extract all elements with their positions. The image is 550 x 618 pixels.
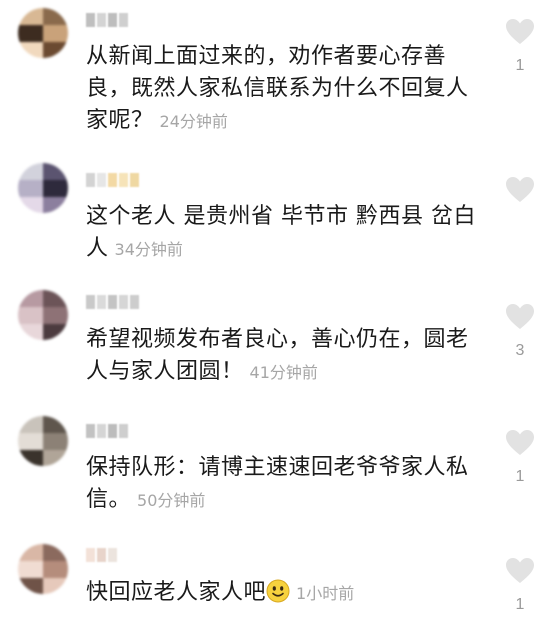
avatar-mosaic-block — [43, 25, 68, 42]
comment-body: 希望视频发布者良心，善心仍在，圆老人与家人团圆！ 41分钟前 — [86, 324, 486, 389]
avatar-mosaic-block — [18, 290, 43, 307]
comment-time: 1小时前 — [296, 584, 355, 603]
avatar-mosaic-block — [18, 197, 43, 213]
avatar-mosaic-block — [43, 578, 68, 594]
username-mosaic-block — [108, 295, 117, 309]
avatar-mosaic-block — [18, 561, 43, 578]
username[interactable] — [86, 11, 128, 29]
avatar-mosaic-block — [43, 8, 68, 25]
avatar[interactable] — [18, 163, 68, 213]
avatar-mosaic-block — [43, 450, 68, 466]
like-button[interactable]: 1 — [503, 18, 537, 75]
like-button[interactable]: 1 — [503, 557, 537, 614]
username[interactable] — [86, 171, 139, 189]
avatar-mosaic-block — [43, 307, 68, 324]
heart-outline-icon — [506, 430, 534, 455]
username[interactable] — [86, 546, 117, 564]
avatar[interactable] — [18, 416, 68, 466]
avatar-mosaic-block — [43, 163, 68, 180]
heart-outline-icon — [506, 19, 534, 44]
avatar[interactable] — [18, 8, 68, 58]
comment-time: 24分钟前 — [159, 112, 228, 131]
avatar-mosaic-block — [18, 416, 43, 433]
like-button[interactable]: 1 — [503, 429, 537, 486]
comment-text: 从新闻上面过来的，劝作者要心存善良，既然人家私信联系为什么不回复人家呢？ — [86, 44, 469, 133]
like-button[interactable]: 3 — [503, 303, 537, 360]
avatar-mosaic-block — [43, 324, 68, 340]
comment-body: 保持队形：请博主速速回老爷爷家人私信。 50分钟前 — [86, 452, 486, 517]
heart-outline-icon — [506, 304, 534, 329]
comment-text: 快回应老人家人吧 — [86, 580, 267, 605]
avatar-mosaic-block — [43, 544, 68, 561]
username-mosaic-block — [130, 295, 139, 309]
comment-body: 快回应老人家人吧 1小时前 — [86, 577, 486, 610]
username-mosaic-block — [86, 173, 95, 187]
avatar-mosaic-block — [43, 416, 68, 433]
avatar-mosaic-block — [18, 163, 43, 180]
username-mosaic-block — [97, 295, 106, 309]
avatar-mosaic-block — [18, 578, 43, 594]
like-count: 1 — [515, 468, 525, 485]
heart-outline-icon — [506, 177, 534, 202]
username-mosaic-block — [130, 173, 139, 187]
avatar-mosaic-block — [18, 450, 43, 466]
username-mosaic-block — [97, 13, 106, 27]
like-count: 3 — [515, 342, 525, 359]
avatar-mosaic-block — [18, 42, 43, 58]
avatar-mosaic-block — [18, 307, 43, 324]
username-mosaic-block — [86, 424, 95, 438]
avatar-mosaic-block — [43, 180, 68, 197]
username-mosaic-block — [108, 13, 117, 27]
like-count — [503, 215, 537, 233]
avatar[interactable] — [18, 290, 68, 340]
like-button[interactable] — [503, 176, 537, 233]
username-mosaic-block — [97, 548, 106, 562]
username-mosaic-block — [97, 173, 106, 187]
username-mosaic-block — [119, 173, 128, 187]
avatar-mosaic-block — [18, 8, 43, 25]
comment-time: 34分钟前 — [114, 240, 183, 259]
like-count: 1 — [515, 596, 525, 613]
comment-body: 从新闻上面过来的，劝作者要心存善良，既然人家私信联系为什么不回复人家呢？ 24分钟… — [86, 41, 486, 138]
username-mosaic-block — [108, 548, 117, 562]
comment-time: 41分钟前 — [249, 363, 318, 382]
avatar[interactable] — [18, 544, 68, 594]
username-mosaic-block — [119, 424, 128, 438]
heart-outline-icon — [506, 558, 534, 583]
username-mosaic-block — [119, 295, 128, 309]
avatar-mosaic-block — [43, 290, 68, 307]
avatar-mosaic-block — [43, 561, 68, 578]
username-mosaic-block — [97, 424, 106, 438]
username[interactable] — [86, 422, 128, 440]
comment-time: 50分钟前 — [137, 491, 206, 510]
avatar-mosaic-block — [43, 197, 68, 213]
username[interactable] — [86, 293, 139, 311]
username-mosaic-block — [86, 13, 95, 27]
smiley-emoji-icon — [266, 579, 290, 603]
comment-body: 这个老人 是贵州省 毕节市 黔西县 岔白人 34分钟前 — [86, 201, 486, 266]
avatar-mosaic-block — [43, 433, 68, 450]
username-mosaic-block — [108, 173, 117, 187]
username-mosaic-block — [108, 424, 117, 438]
avatar-mosaic-block — [18, 180, 43, 197]
avatar-mosaic-block — [18, 544, 43, 561]
avatar-mosaic-block — [18, 324, 43, 340]
username-mosaic-block — [86, 295, 95, 309]
avatar-mosaic-block — [43, 42, 68, 58]
username-mosaic-block — [119, 13, 128, 27]
avatar-mosaic-block — [18, 25, 43, 42]
username-mosaic-block — [86, 548, 95, 562]
like-count: 1 — [515, 57, 525, 74]
avatar-mosaic-block — [18, 433, 43, 450]
